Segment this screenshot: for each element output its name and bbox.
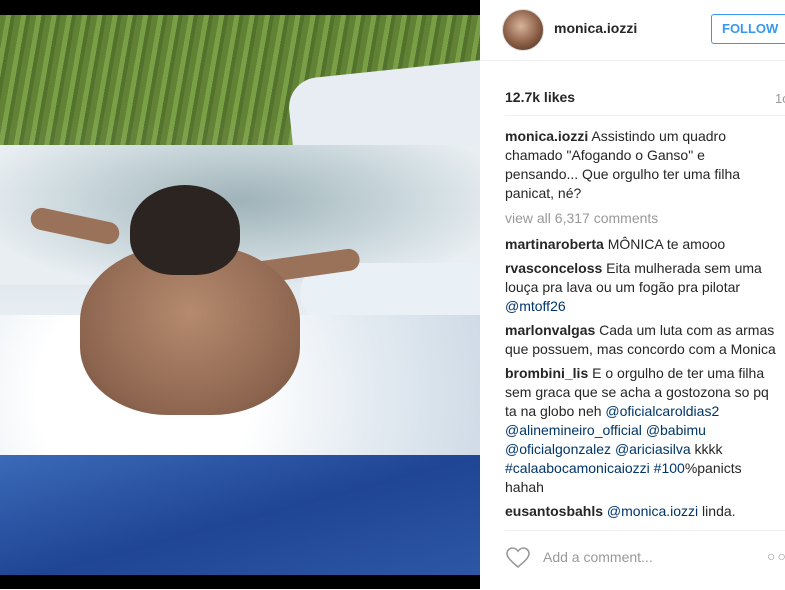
list-item: eusantosbahls @monica.iozzi linda. xyxy=(505,502,777,521)
comment-author[interactable]: rvasconceloss xyxy=(505,260,602,276)
list-item: brombini_lis E o orgulho de ter uma filh… xyxy=(505,364,777,497)
comment-author[interactable]: brombini_lis xyxy=(505,365,588,381)
hashtag-link[interactable]: #calaabocamonicaiozzi xyxy=(505,460,650,476)
mention-link[interactable]: @alinemineiro_official xyxy=(505,422,642,438)
comment-footer: Add a comment... ○○ xyxy=(505,530,785,590)
person-figure xyxy=(28,185,361,415)
view-all-comments-link[interactable]: view all 6,317 comments xyxy=(505,209,777,228)
mention-link[interactable]: @oficialcaroldias2 xyxy=(605,403,719,419)
username-link[interactable]: monica.iozzi xyxy=(554,20,637,36)
follow-button[interactable]: FOLLOW xyxy=(711,14,785,44)
mention-link[interactable]: @oficialgonzalez xyxy=(505,441,611,457)
comment-author[interactable]: marlonvalgas xyxy=(505,322,595,338)
comments-list: monica.iozzi Assistindo um quadro chamad… xyxy=(505,127,777,527)
mention-link[interactable]: @monica.iozzi xyxy=(607,503,698,519)
heart-icon[interactable] xyxy=(505,545,531,571)
list-item: rvasconceloss Eita mulherada sem uma lou… xyxy=(505,259,777,316)
comment-text: MÔNICA te amooo xyxy=(603,236,726,252)
comment-author[interactable]: eusantosbahls xyxy=(505,503,603,519)
list-item: martinaroberta MÔNICA te amooo xyxy=(505,235,777,254)
photo-frame xyxy=(0,0,480,589)
post-side-panel: monica.iozzi FOLLOW 12.7k likes 1c monic… xyxy=(480,0,785,589)
add-comment-input[interactable]: Add a comment... xyxy=(543,549,653,565)
caption: monica.iozzi Assistindo um quadro chamad… xyxy=(505,127,777,203)
mention-link[interactable]: @ariciasilva xyxy=(615,441,691,457)
blue-slide xyxy=(0,455,480,575)
mention-link[interactable]: @mtoff26 xyxy=(505,298,566,314)
post-header: monica.iozzi FOLLOW xyxy=(480,0,785,61)
hashtag-link[interactable]: #100 xyxy=(654,460,685,476)
caption-author[interactable]: monica.iozzi xyxy=(505,128,588,144)
avatar[interactable] xyxy=(502,9,544,51)
list-item: marlonvalgas Cada um luta com as armas q… xyxy=(505,321,777,359)
more-options-icon[interactable]: ○○ xyxy=(767,548,785,564)
likes-count[interactable]: 12.7k likes xyxy=(505,89,575,105)
comment-text: linda. xyxy=(698,503,736,519)
hair xyxy=(130,185,240,275)
time-ago: 1c xyxy=(775,91,785,106)
mention-link[interactable]: @babimu xyxy=(646,422,706,438)
comment-text: kkkk xyxy=(690,441,723,457)
comment-author[interactable]: martinaroberta xyxy=(505,236,604,252)
divider xyxy=(505,115,785,116)
post-photo[interactable] xyxy=(0,15,480,575)
